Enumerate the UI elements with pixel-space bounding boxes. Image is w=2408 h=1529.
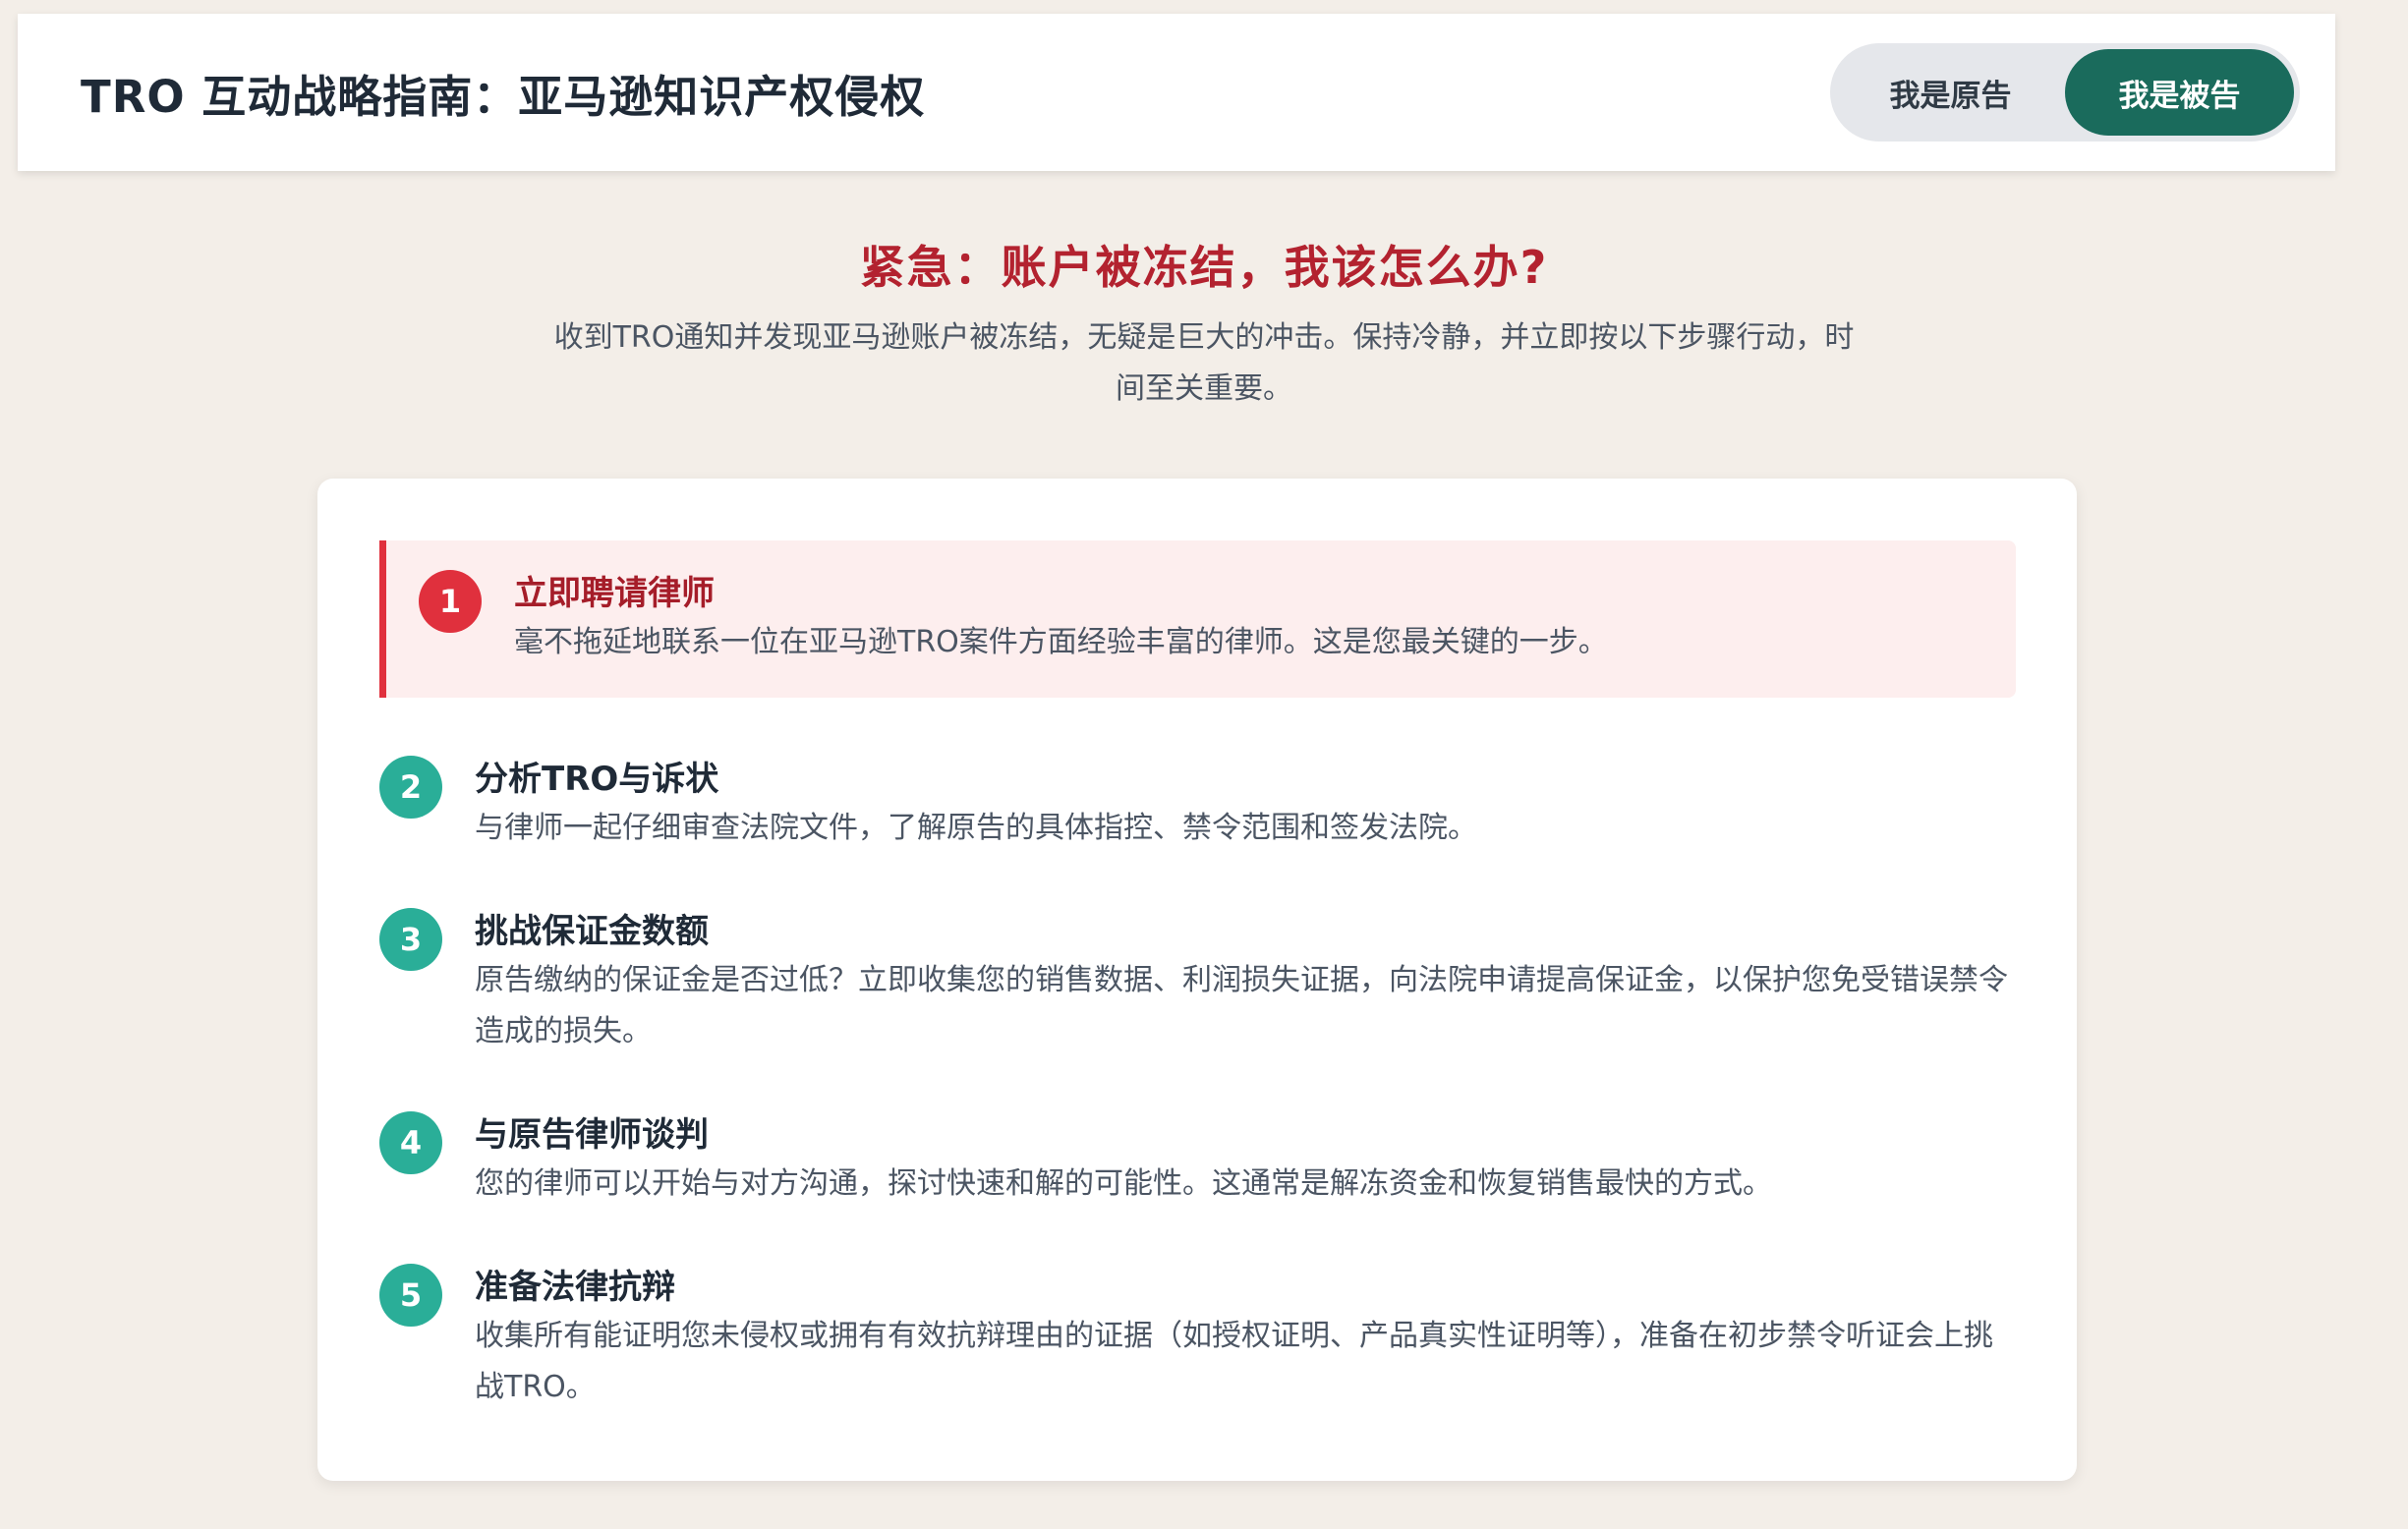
defendant-toggle-button[interactable]: 我是被告 [2065,49,2294,136]
step-item-4: 4 与原告律师谈判 您的律师可以开始与对方沟通，探讨快速和解的可能性。这通常是解… [379,1111,2016,1210]
step-item-2: 2 分析TRO与诉状 与律师一起仔细审查法院文件，了解原告的具体指控、禁令范围和… [379,756,2016,854]
step-number-badge: 5 [379,1264,442,1327]
step-title: 准备法律抗辩 [475,1268,675,1307]
step-description: 您的律师可以开始与对方沟通，探讨快速和解的可能性。这通常是解冻资金和恢复销售最快… [475,1166,1772,1201]
step-description: 原告缴纳的保证金是否过低？立即收集您的销售数据、利润损失证据，向法院申请提高保证… [475,963,2008,1048]
step-title: 立即聘请律师 [514,574,715,613]
hero-title: 紧急：账户被冻结，我该怎么办? [859,241,1549,294]
step-title: 挑战保证金数额 [475,912,709,951]
app-header: TRO 互动战略指南：亚马逊知识产权侵权 我是原告 我是被告 [18,14,2335,171]
step-description: 毫不拖延地联系一位在亚马逊TRO案件方面经验丰富的律师。这是您最关键的一步。 [514,625,1608,659]
step-number-badge: 1 [419,570,482,633]
step-item-3: 3 挑战保证金数额 原告缴纳的保证金是否过低？立即收集您的销售数据、利润损失证据… [379,908,2016,1057]
plaintiff-toggle-button[interactable]: 我是原告 [1836,49,2065,136]
step-description: 收集所有能证明您未侵权或拥有有效抗辩理由的证据（如授权证明、产品真实性证明等），… [475,1319,1993,1404]
step-item-1: 1 立即聘请律师 毫不拖延地联系一位在亚马逊TRO案件方面经验丰富的律师。这是您… [379,540,2016,698]
step-number-badge: 2 [379,756,442,819]
hero-description: 收到TRO通知并发现亚马逊账户被冻结，无疑是巨大的冲击。保持冷静，并立即按以下步… [553,320,1855,406]
step-title: 与原告律师谈判 [475,1115,709,1155]
step-title: 分析TRO与诉状 [475,760,719,799]
steps-card: 1 立即聘请律师 毫不拖延地联系一位在亚马逊TRO案件方面经验丰富的律师。这是您… [317,479,2077,1481]
step-number-badge: 3 [379,908,442,971]
step-number-badge: 4 [379,1111,442,1174]
step-item-5: 5 准备法律抗辩 收集所有能证明您未侵权或拥有有效抗辩理由的证据（如授权证明、产… [379,1264,2016,1413]
page-title: TRO 互动战略指南：亚马逊知识产权侵权 [81,70,926,123]
step-description: 与律师一起仔细审查法院文件，了解原告的具体指控、禁令范围和签发法院。 [475,811,1477,845]
role-toggle: 我是原告 我是被告 [1830,43,2300,142]
